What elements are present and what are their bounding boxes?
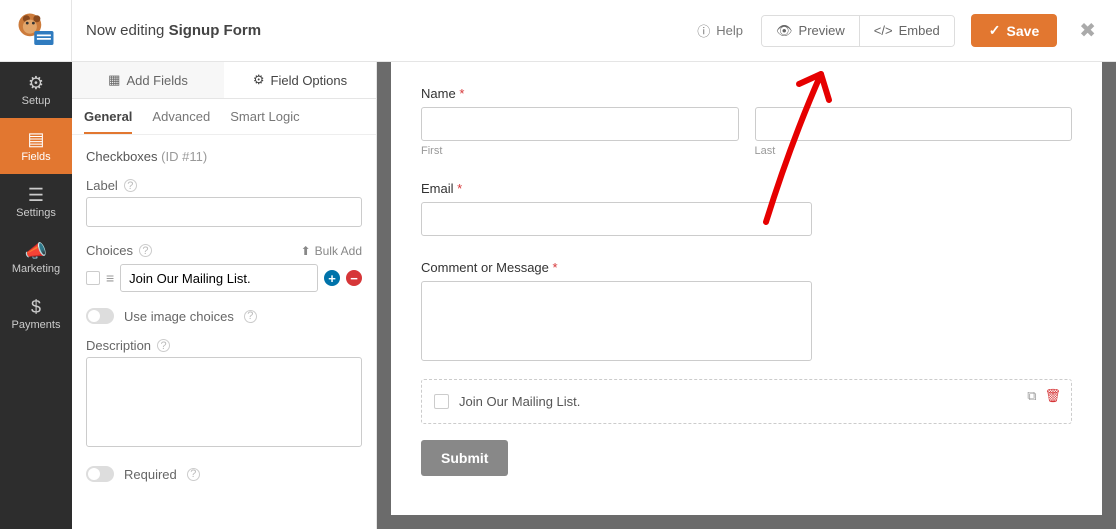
duplicate-icon[interactable]: ⧉ [1027,388,1036,404]
last-name-input[interactable] [755,107,1073,141]
email-input[interactable] [421,202,812,236]
help-icon[interactable]: ? [157,339,170,352]
help-icon[interactable]: ? [124,179,137,192]
help-icon: ⓘ [697,21,710,40]
drag-handle-icon[interactable]: ≡ [106,270,114,286]
nav-payments[interactable]: $ Payments [0,286,72,342]
nav-label: Setup [22,95,51,107]
remove-choice-button[interactable]: − [346,270,362,286]
nav-label: Payments [12,319,61,331]
save-label: Save [1007,23,1040,39]
subtab-advanced[interactable]: Advanced [152,109,210,134]
field-type-heading: Checkboxes (ID #11) [86,149,362,164]
description-heading: Description ? [86,338,362,353]
bulk-add-link[interactable]: ⬆ Bulk Add [301,244,362,258]
gear-icon: ⚙ [28,74,44,92]
save-button[interactable]: ✓ Save [971,14,1057,47]
form-name: Signup Form [169,22,262,39]
embed-label: Embed [899,23,940,38]
checkbox-option-label: Join Our Mailing List. [459,394,580,409]
first-name-input[interactable] [421,107,739,141]
help-icon[interactable]: ? [244,310,257,323]
editing-prefix: Now editing [86,22,164,39]
eye-icon: 👁 [776,23,793,39]
top-bar: Now editing Signup Form ⓘ Help 👁 Preview… [72,0,1116,62]
code-icon: </> [874,23,893,38]
subtab-general[interactable]: General [84,109,132,134]
check-icon: ✓ [989,22,1001,39]
preview-label: Preview [799,23,845,38]
required-toggle[interactable] [86,466,114,482]
bullhorn-icon: 📣 [25,242,47,260]
trash-icon[interactable]: 🗑 [1044,388,1061,404]
sliders-icon: ⚙ [253,72,265,88]
subtab-smart-logic[interactable]: Smart Logic [230,109,299,134]
nav-setup[interactable]: ⚙ Setup [0,62,72,118]
field-comment[interactable]: Comment or Message * [421,260,1072,361]
choice-row: ≡ + − [86,264,362,292]
choice-input[interactable] [120,264,318,292]
tab-field-options[interactable]: ⚙ Field Options [224,62,376,98]
choice-default-checkbox[interactable] [86,271,100,285]
nav-marketing[interactable]: 📣 Marketing [0,230,72,286]
nav-label: Marketing [12,263,60,275]
comment-input[interactable] [421,281,812,361]
form-preview-canvas: Name * First Last [377,62,1116,529]
checkbox-option[interactable] [434,394,449,409]
field-checkboxes-selected[interactable]: ⧉ 🗑 Join Our Mailing List. [421,379,1072,424]
description-input[interactable] [86,357,362,447]
form-preview: Name * First Last [391,62,1102,515]
left-nav: ⚙ Setup ▤ Fields ☰ Settings 📣 Marketing … [0,0,72,529]
preview-button[interactable]: 👁 Preview [762,16,860,46]
label-heading: Label ? [86,178,362,193]
last-sublabel: Last [755,145,1073,157]
nav-settings[interactable]: ☰ Settings [0,174,72,230]
dollar-icon: $ [31,298,41,316]
embed-button[interactable]: </> Embed [860,16,954,46]
image-choices-toggle[interactable] [86,308,114,324]
page-title: Now editing Signup Form [86,22,261,39]
field-email[interactable]: Email * [421,181,1072,236]
close-button[interactable]: ✖ [1079,18,1096,43]
nav-fields[interactable]: ▤ Fields [0,118,72,174]
submit-button[interactable]: Submit [421,440,508,476]
first-sublabel: First [421,145,739,157]
label-input[interactable] [86,197,362,227]
layout-icon: ▤ [27,130,44,148]
nav-label: Settings [16,207,56,219]
help-icon[interactable]: ? [139,244,152,257]
field-name[interactable]: Name * First Last [421,86,1072,157]
tab-add-fields[interactable]: ▦ Add Fields [72,62,224,98]
help-label: Help [716,23,743,38]
image-choices-toggle-row: Use image choices ? [86,308,362,324]
sliders-icon: ☰ [28,186,44,204]
help-icon[interactable]: ? [187,468,200,481]
grid-icon: ▦ [108,72,120,88]
required-toggle-row: Required ? [86,466,362,482]
logo [0,0,72,62]
help-link[interactable]: ⓘ Help [697,21,743,40]
choices-heading: Choices ? [86,243,152,258]
field-sidebar: ▦ Add Fields ⚙ Field Options General Adv… [72,62,377,529]
nav-label: Fields [21,151,50,163]
preview-embed-group: 👁 Preview </> Embed [761,15,955,47]
upload-icon: ⬆ [301,244,311,258]
add-choice-button[interactable]: + [324,270,340,286]
